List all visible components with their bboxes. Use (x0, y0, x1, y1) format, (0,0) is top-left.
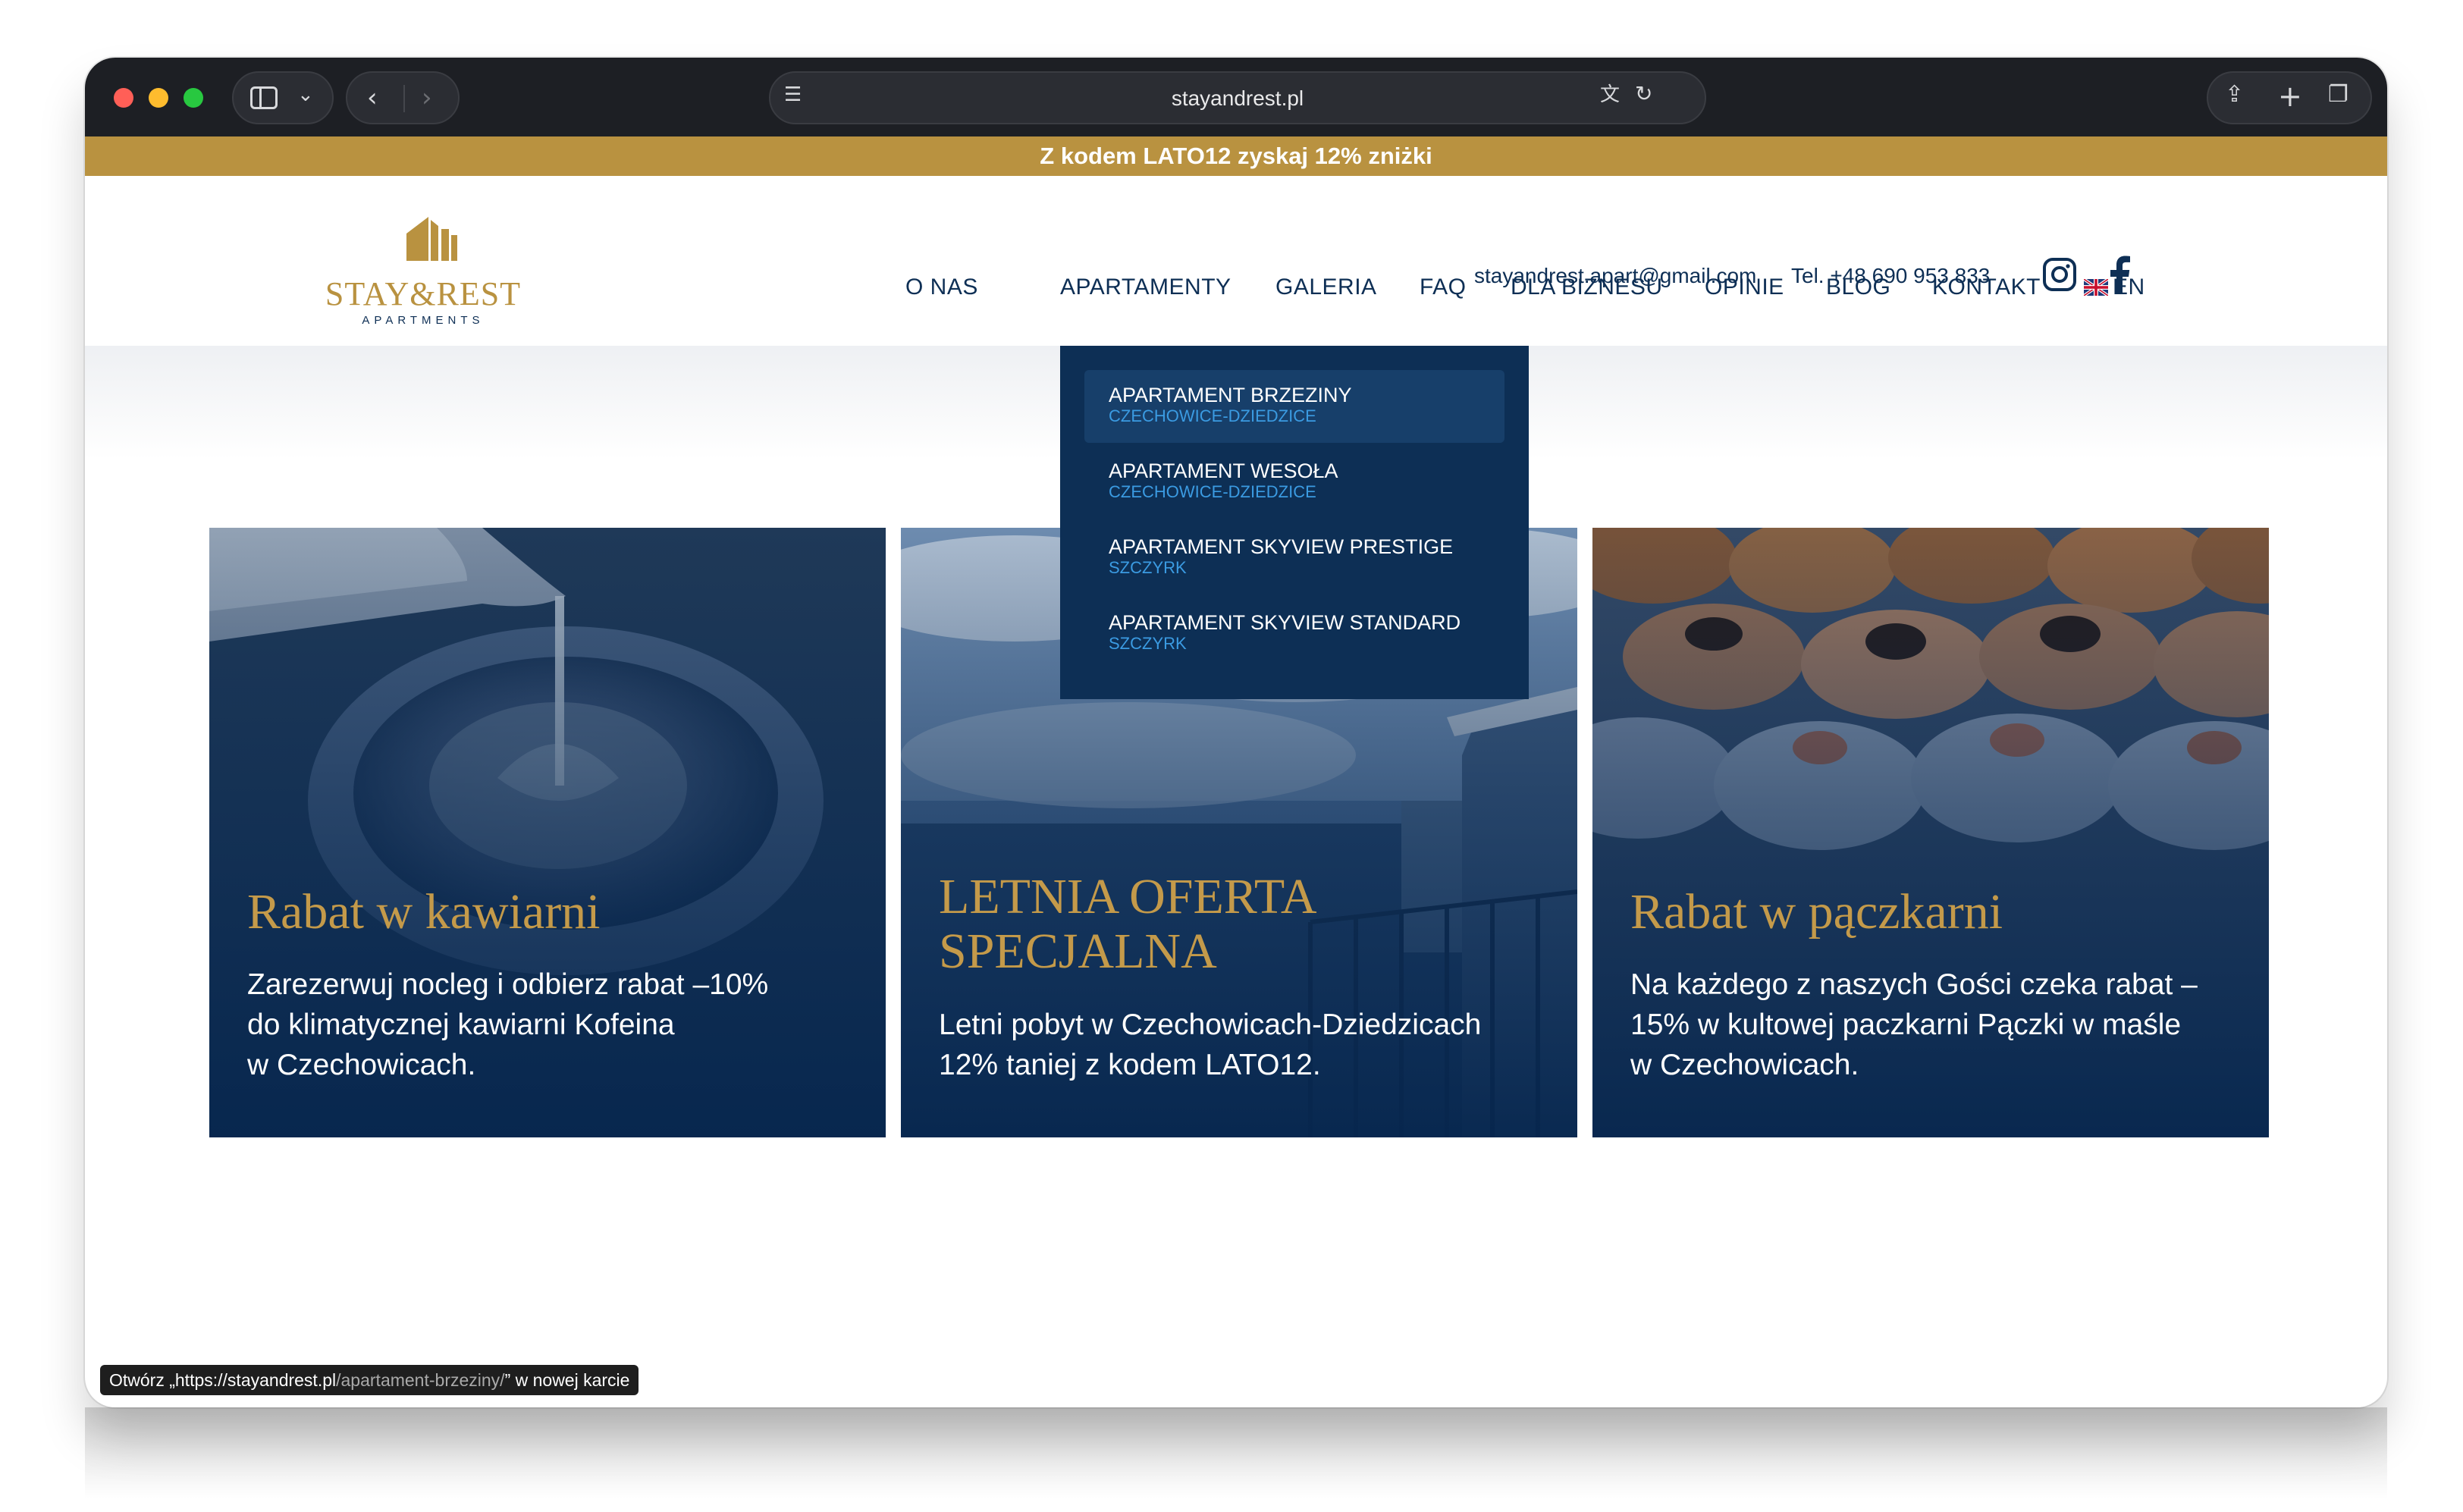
nav-blog[interactable]: BLOG (1826, 274, 1890, 300)
instagram-icon[interactable] (2041, 256, 2078, 293)
back-button[interactable]: ‹ (367, 85, 378, 111)
forward-button[interactable]: › (422, 85, 432, 111)
card-text-line: Na każdego z naszych Gości czeka rabat – (1630, 968, 2198, 1001)
card-title-line: LETNIA OFERTA (939, 869, 1317, 924)
dropdown-item-skyview-prestige[interactable]: APARTAMENT SKYVIEW PRESTIGE SZCZYRK (1084, 522, 1504, 594)
browser-window: ⌄ ‹ › ☰ stayandrest.pl 文 ↻ ⇪ + ❐ Z kodem… (85, 58, 2387, 1407)
card-title: Rabat w pączkarni (1630, 884, 2003, 940)
nav-opinie[interactable]: OPINIE (1705, 274, 1784, 300)
close-window-button[interactable] (114, 88, 133, 108)
card-text-line: 15% w kultowej paczkarni Pączki w maśle (1630, 1009, 2182, 1041)
dropdown-item-wesola[interactable]: APARTAMENT WESOŁA CZECHOWICE-DZIEDZICE (1084, 446, 1504, 519)
window-shadow (85, 1407, 2387, 1498)
dropdown-item-title: APARTAMENT SKYVIEW STANDARD (1109, 611, 1461, 634)
nav-o-nas[interactable]: O NAS (905, 274, 978, 300)
share-icon[interactable]: ⇪ (2225, 83, 2244, 106)
card-text-line: Zarezerwuj nocleg i odbierz rabat –10% (247, 968, 769, 1001)
language-label: EN (2113, 274, 2145, 300)
dropdown-item-title: APARTAMENT WESOŁA (1109, 460, 1338, 482)
sidebar-icon (250, 86, 278, 109)
reload-icon[interactable]: ↻ (1635, 83, 1652, 105)
offer-card-paczkarnia[interactable]: Rabat w pączkarni Na każdego z naszych G… (1592, 528, 2269, 1137)
dropdown-item-location: CZECHOWICE-DZIEDZICE (1109, 406, 1316, 425)
apartamenty-dropdown: APARTAMENT BRZEZINY CZECHOWICE-DZIEDZICE… (1060, 346, 1529, 699)
browser-toolbar: ⌄ ‹ › ☰ stayandrest.pl 文 ↻ ⇪ + ❐ (85, 58, 2387, 136)
nav-kontakt[interactable]: KONTAKT (1932, 274, 2041, 300)
link-status-tooltip: Otwórz „https://stayandrest.pl/apartamen… (100, 1365, 639, 1395)
dropdown-item-title: APARTAMENT BRZEZINY (1109, 384, 1352, 406)
language-switcher[interactable]: EN (2082, 274, 2145, 300)
dropdown-item-skyview-standard[interactable]: APARTAMENT SKYVIEW STANDARD SZCZYRK (1084, 598, 1504, 670)
chevron-down-icon: ⌄ (297, 83, 314, 106)
nav-galeria[interactable]: GALERIA (1275, 274, 1377, 300)
history-nav: ‹ › (346, 71, 460, 124)
dropdown-item-location: SZCZYRK (1109, 634, 1187, 653)
logo-building-icon (406, 217, 457, 261)
logo-subtitle: APARTMENTS (362, 314, 485, 327)
url-text: stayandrest.pl (1171, 86, 1304, 110)
toolbar-actions: ⇪ + ❐ (2207, 71, 2372, 124)
status-suffix: ” w nowej karcie (504, 1370, 630, 1390)
tab-overview-icon[interactable]: ❐ (2328, 83, 2348, 106)
card-text-line: do klimatycznej kawiarni Kofeina (247, 1009, 675, 1041)
dropdown-item-title: APARTAMENT SKYVIEW PRESTIGE (1109, 535, 1454, 558)
status-path: /apartament-brzeziny/ (336, 1370, 505, 1390)
dropdown-item-location: SZCZYRK (1109, 558, 1187, 577)
nav-apartamenty[interactable]: APARTAMENTY (1060, 274, 1232, 300)
site-header: STAY&REST APARTMENTS stayandrest.apart@g… (85, 176, 2387, 346)
address-bar[interactable]: ☰ stayandrest.pl 文 ↻ (769, 71, 1706, 124)
dropdown-item-location: CZECHOWICE-DZIEDZICE (1109, 482, 1316, 501)
promo-banner[interactable]: Z kodem LATO12 zyskaj 12% zniżki (85, 136, 2387, 176)
dropdown-item-brzeziny[interactable]: APARTAMENT BRZEZINY CZECHOWICE-DZIEDZICE (1084, 370, 1504, 443)
card-title-line: SPECJALNA (939, 924, 1217, 979)
site-logo[interactable]: STAY&REST APARTMENTS (317, 202, 529, 327)
offer-card-kawiarnia[interactable]: Rabat w kawiarni Zarezerwuj nocleg i odb… (209, 528, 886, 1137)
nav-dla-biznesu[interactable]: DLA BIZNESU (1511, 274, 1663, 300)
card-text-line: w Czechowicach. (1630, 1049, 1859, 1081)
nav-faq[interactable]: FAQ (1420, 274, 1467, 300)
status-prefix: Otwórz „https://stayandrest.pl (109, 1370, 337, 1390)
card-title: Rabat w kawiarni (247, 884, 601, 940)
uk-flag-icon (2082, 278, 2110, 297)
new-tab-icon[interactable]: + (2278, 82, 2302, 111)
sidebar-toggle-button[interactable]: ⌄ (232, 71, 334, 124)
logo-wordmark: STAY&REST (325, 275, 522, 312)
card-text-line: Letni pobyt w Czechowicach-Dziedzicach (939, 1009, 1482, 1041)
card-text-line: w Czechowicach. (247, 1049, 476, 1081)
minimize-window-button[interactable] (149, 88, 168, 108)
card-text-line: 12% taniej z kodem LATO12. (939, 1049, 1321, 1081)
nav-divider (403, 85, 405, 112)
zoom-window-button[interactable] (184, 88, 203, 108)
translate-icon[interactable]: 文 (1600, 85, 1620, 105)
